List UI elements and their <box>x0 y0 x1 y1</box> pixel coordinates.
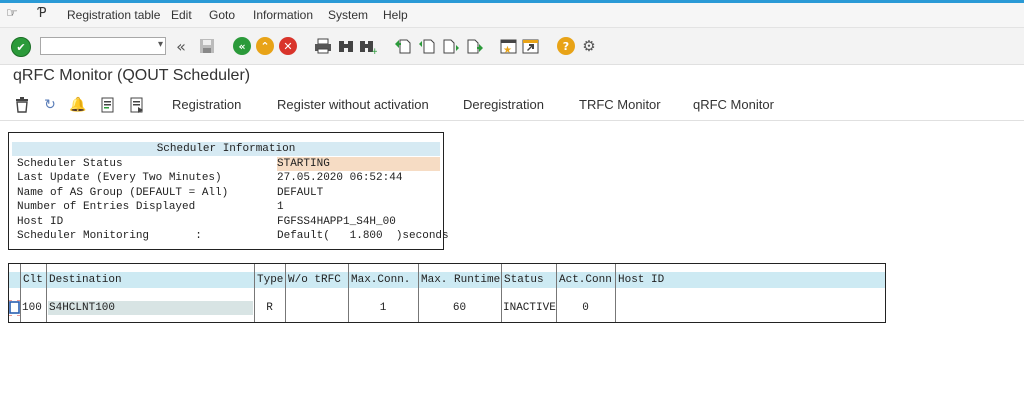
registration-table: Clt Destination Type W/o tRFC Max.Conn. … <box>8 263 886 323</box>
delete-icon[interactable] <box>13 96 31 114</box>
enter-icon[interactable]: ✔ <box>11 37 31 57</box>
back-icon[interactable]: « <box>172 37 190 56</box>
info-label: Last Update (Every Two Minutes) <box>17 172 222 184</box>
find-icon[interactable] <box>337 37 355 55</box>
command-input[interactable] <box>43 39 147 55</box>
info-row: Scheduler Monitoring : Default( 1.800 )s… <box>9 229 449 243</box>
last-update-value: 27.05.2020 06:52:44 <box>277 172 403 184</box>
find-next-icon[interactable]: + <box>359 37 377 55</box>
cell-host-id <box>617 301 883 315</box>
command-field[interactable]: ▾ <box>40 37 166 55</box>
info-row: Last Update (Every Two Minutes) 27.05.20… <box>9 171 443 185</box>
menu-goto[interactable]: Goto <box>209 8 235 22</box>
menu-registration-table[interactable]: Registration table <box>67 8 160 22</box>
trfc-monitor-button[interactable]: TRFC Monitor <box>579 97 661 112</box>
help-icon[interactable]: ? <box>557 37 575 55</box>
cell-wo-trfc <box>285 301 348 315</box>
scheduler-information-box: Scheduler Information Scheduler Status S… <box>8 132 449 250</box>
table-header-row: Clt Destination Type W/o tRFC Max.Conn. … <box>9 272 885 288</box>
page-title: qRFC Monitor (QOUT Scheduler) <box>13 67 251 84</box>
info-label: Scheduler Status <box>17 158 123 170</box>
column-header-max-runtime[interactable]: Max. Runtime <box>418 272 501 288</box>
info-row: Scheduler Status STARTING <box>9 157 443 171</box>
info-row: Number of Entries Displayed 1 <box>9 200 443 214</box>
table-row[interactable]: 100 S4HCLNT100 R 1 60 INACTIVE 0 <box>9 297 885 319</box>
info-row: Name of AS Group (DEFAULT = All) DEFAULT <box>9 186 443 200</box>
info-label: Number of Entries Displayed <box>17 201 196 213</box>
column-header-destination[interactable]: Destination <box>46 272 254 288</box>
menu-bar: ☞ Ƥ Registration table Edit Goto Informa… <box>0 3 1024 28</box>
registration-button[interactable]: Registration <box>172 97 241 112</box>
cell-clt: 100 <box>22 302 42 314</box>
save-icon[interactable] <box>198 37 216 55</box>
chevron-down-icon[interactable]: ▾ <box>158 39 163 50</box>
menu-icon[interactable]: ☞ <box>6 6 18 21</box>
print-icon[interactable] <box>314 37 332 55</box>
details-icon[interactable] <box>99 96 117 114</box>
create-session-icon[interactable]: ★ <box>500 37 518 55</box>
previous-page-icon[interactable] <box>418 37 436 55</box>
column-header-wo-trfc[interactable]: W/o tRFC <box>285 272 348 288</box>
shortcut-icon[interactable] <box>522 37 540 55</box>
cancel-icon[interactable]: ✕ <box>279 37 297 55</box>
info-label: Scheduler Monitoring : <box>17 230 202 242</box>
entries-displayed-value: 1 <box>277 201 284 213</box>
column-header-host-id[interactable]: Host ID <box>615 272 885 288</box>
row-selector-header[interactable] <box>9 272 20 288</box>
scheduler-status-value: STARTING <box>277 157 440 171</box>
register-without-activation-button[interactable]: Register without activation <box>277 97 429 112</box>
refresh-icon[interactable]: ↻ <box>41 96 59 114</box>
info-row: Host ID FGFSS4HAPP1_S4H_00 <box>9 215 443 229</box>
standard-toolbar: ✔ ▾ « « ⌃ ✕ + ★ ? ⚙ <box>0 28 1024 65</box>
row-selector[interactable] <box>9 299 20 317</box>
info-label: Name of AS Group (DEFAULT = All) <box>17 187 229 199</box>
menu-system[interactable]: System <box>328 8 368 22</box>
as-group-value: DEFAULT <box>277 187 324 199</box>
column-header-status[interactable]: Status <box>501 272 556 288</box>
scheduler-information-header: Scheduler Information <box>12 142 440 156</box>
back-green-icon[interactable]: « <box>233 37 251 55</box>
next-page-icon[interactable] <box>442 37 460 55</box>
column-header-type[interactable]: Type <box>254 272 285 288</box>
cell-max-conn: 1 <box>379 302 387 314</box>
qrfc-monitor-button[interactable]: qRFC Monitor <box>693 97 774 112</box>
settings-icon[interactable]: ⚙ <box>580 37 598 55</box>
cell-max-runtime: 60 <box>452 302 467 314</box>
display-icon[interactable] <box>128 96 146 114</box>
info-label: Host ID <box>17 216 64 228</box>
cell-destination[interactable]: S4HCLNT100 <box>48 301 253 315</box>
column-header-clt[interactable]: Clt <box>20 272 46 288</box>
cell-act-conn: 0 <box>582 302 589 314</box>
exit-icon[interactable]: ⌃ <box>256 37 274 55</box>
menu-information[interactable]: Information <box>253 8 313 22</box>
deregistration-button[interactable]: Deregistration <box>463 97 544 112</box>
column-header-act-conn[interactable]: Act.Conn <box>556 272 615 288</box>
menu-help[interactable]: Help <box>383 8 408 22</box>
alarm-icon[interactable]: 🔔 <box>69 96 87 114</box>
last-page-icon[interactable] <box>466 37 484 55</box>
column-header-max-conn[interactable]: Max.Conn. <box>348 272 418 288</box>
host-id-value: FGFSS4HAPP1_S4H_00 <box>277 216 396 228</box>
cell-status: INACTIVE <box>503 302 556 314</box>
menu-edit[interactable]: Edit <box>171 8 192 22</box>
cell-type: R <box>266 302 273 314</box>
scheduler-monitoring-value: Default( 1.800 )seconds <box>277 230 449 242</box>
svg-text:★: ★ <box>503 45 512 54</box>
first-page-icon[interactable] <box>394 37 412 55</box>
application-toolbar: ↻ 🔔 Registration Register without activa… <box>0 92 1024 121</box>
p-icon[interactable]: Ƥ <box>38 6 46 21</box>
svg-text:+: + <box>371 47 377 54</box>
